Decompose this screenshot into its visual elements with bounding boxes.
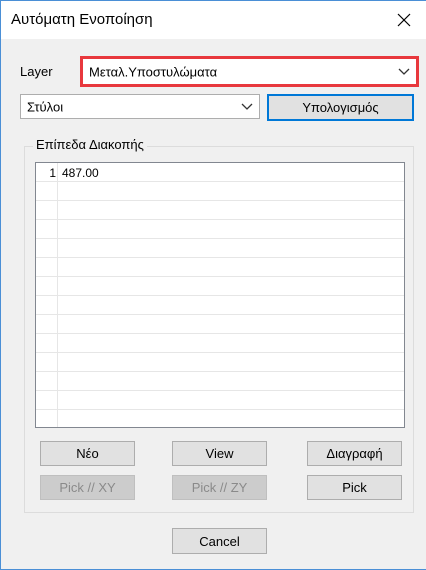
list-item[interactable]: [36, 201, 404, 220]
view-button[interactable]: View: [172, 441, 267, 466]
list-item[interactable]: [36, 296, 404, 315]
cut-levels-list[interactable]: 1 487.00: [35, 162, 405, 428]
chevron-down-icon: [398, 68, 410, 75]
calculate-button[interactable]: Υπολογισμός: [267, 94, 414, 121]
dialog-window: Αυτόματη Ενοποίηση Layer Μεταλ.Υποστυλώμ…: [0, 0, 426, 570]
list-item[interactable]: [36, 277, 404, 296]
pick-xy-button[interactable]: Pick // XY: [40, 475, 135, 500]
type-dropdown-value: Στύλοι: [27, 99, 64, 114]
row-value: 487.00: [62, 166, 99, 180]
pick-button[interactable]: Pick: [307, 475, 402, 500]
window-title: Αυτόματη Ενοποίηση: [11, 11, 153, 28]
row-number: 1: [49, 166, 56, 180]
list-item[interactable]: [36, 334, 404, 353]
list-item[interactable]: [36, 372, 404, 391]
type-dropdown[interactable]: Στύλοι: [20, 94, 260, 119]
cancel-button[interactable]: Cancel: [172, 528, 267, 554]
title-bar: Αυτόματη Ενοποίηση: [1, 1, 426, 39]
close-icon: [397, 13, 411, 27]
layer-dropdown-value: Μεταλ.Υποστυλώματα: [89, 64, 218, 79]
list-item[interactable]: [36, 258, 404, 277]
group-title: Επίπεδα Διακοπής: [33, 137, 147, 152]
delete-button[interactable]: Διαγραφή: [307, 441, 402, 466]
list-item[interactable]: [36, 182, 404, 201]
chevron-down-icon: [241, 103, 253, 110]
list-item[interactable]: 1 487.00: [36, 163, 404, 182]
layer-label: Layer: [20, 64, 53, 79]
list-item[interactable]: [36, 353, 404, 372]
layer-dropdown[interactable]: Μεταλ.Υποστυλώματα: [80, 56, 419, 87]
list-item[interactable]: [36, 315, 404, 334]
list-item[interactable]: [36, 239, 404, 258]
list-item[interactable]: [36, 391, 404, 410]
list-item[interactable]: [36, 220, 404, 239]
new-button[interactable]: Νέο: [40, 441, 135, 466]
list-item[interactable]: [36, 410, 404, 427]
close-button[interactable]: [382, 1, 426, 39]
pick-zy-button[interactable]: Pick // ZY: [172, 475, 267, 500]
